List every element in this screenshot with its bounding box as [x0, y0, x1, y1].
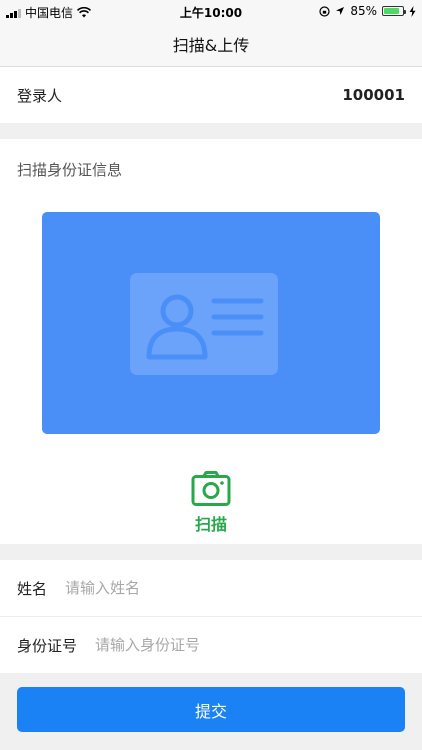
- login-label: 登录人: [17, 86, 63, 105]
- location-icon: [336, 7, 345, 15]
- id-card-preview[interactable]: [42, 212, 380, 434]
- battery-percent: 85%: [350, 4, 377, 18]
- info-form: 姓名 身份证号: [0, 560, 422, 673]
- page-title: 扫描&上传: [172, 36, 250, 55]
- camera-icon: [191, 471, 231, 506]
- scan-section-title: 扫描身份证信息: [17, 161, 123, 179]
- scan-button-label: 扫描: [194, 515, 227, 534]
- id-number-input[interactable]: [93, 635, 405, 655]
- orientation-lock-icon: [319, 5, 330, 17]
- scan-section: 扫描身份证信息 扫描: [0, 139, 422, 544]
- status-bar: 中国电信 上午10:00 85%: [0, 0, 422, 22]
- name-row: 姓名: [0, 560, 422, 617]
- id-number-row: 身份证号: [0, 617, 422, 673]
- nav-bar: 扫描&上传: [0, 22, 422, 67]
- battery-icon: [382, 6, 406, 16]
- section-divider: [0, 544, 422, 560]
- submit-button[interactable]: 提交: [17, 687, 405, 732]
- login-row: 登录人 100001: [0, 67, 422, 123]
- submit-button-label: 提交: [194, 701, 227, 721]
- id-number-label: 身份证号: [17, 636, 78, 655]
- scan-button[interactable]: 扫描: [0, 471, 422, 535]
- section-divider: [0, 123, 422, 139]
- charging-icon: [409, 5, 416, 17]
- id-card-icon: [130, 273, 278, 375]
- name-label: 姓名: [17, 579, 48, 598]
- name-input[interactable]: [63, 578, 405, 598]
- submit-area: 提交: [0, 673, 422, 732]
- status-right: 85%: [319, 4, 416, 18]
- login-value: 100001: [342, 86, 405, 104]
